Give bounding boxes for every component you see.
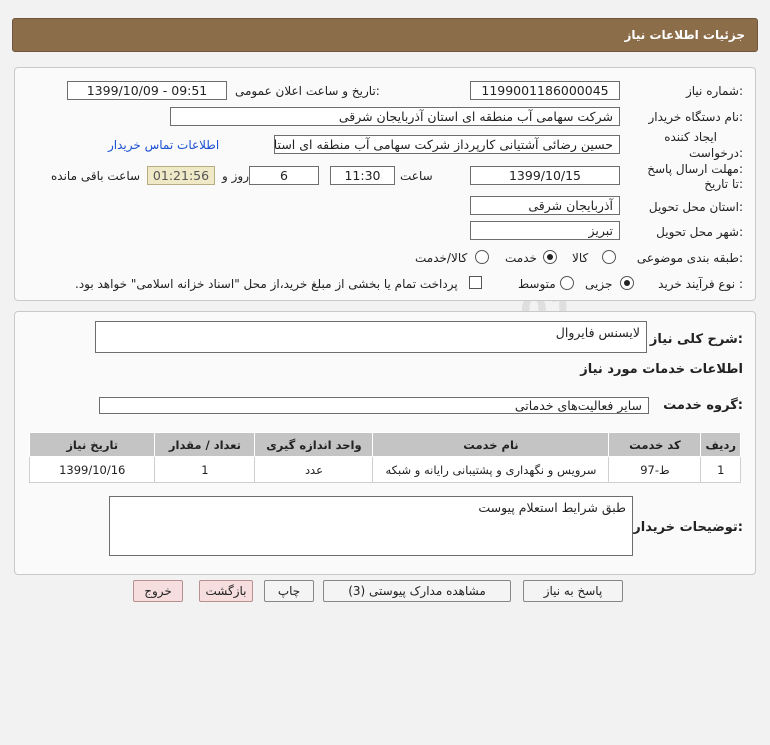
need-info-panel: شرح کلی نیاز: لایسنس فایروال اطلاعات خدم… bbox=[14, 311, 756, 575]
purchase-radio-medium[interactable] bbox=[560, 276, 574, 290]
category-radio-goods-service[interactable] bbox=[475, 250, 489, 264]
need-number-label: شماره نیاز: bbox=[685, 84, 743, 98]
purchase-option-minor: جزیی bbox=[585, 277, 613, 291]
col-row: ردیف bbox=[700, 432, 741, 457]
services-table-header: ردیف کد خدمت نام خدمت واحد اندازه گیری ت… bbox=[28, 432, 741, 457]
need-number-field: 1199001186000045 bbox=[470, 81, 620, 100]
cell-service-name: سرویس و نگهداری و پشتیبانی رایانه و شبکه bbox=[372, 456, 610, 483]
province-label: استان محل تحویل: bbox=[648, 200, 743, 214]
back-button[interactable]: بازگشت bbox=[199, 580, 253, 602]
contact-info-link[interactable]: اطلاعات تماس خریدار bbox=[108, 138, 219, 152]
print-button[interactable]: چاپ bbox=[264, 580, 314, 602]
deadline-time-label: ساعت bbox=[400, 169, 433, 183]
purchase-option-medium: متوسط bbox=[518, 277, 556, 291]
cell-service-code: ط-97 bbox=[608, 456, 702, 483]
col-service-code: کد خدمت bbox=[608, 432, 702, 457]
purchase-type-label: نوع فرآیند خرید : bbox=[658, 277, 743, 291]
deadline-label-line1: مهلت ارسال پاسخ: bbox=[647, 162, 743, 176]
province-field: آذربایجان شرقی bbox=[470, 196, 620, 215]
creator-field: حسین رضائی آشتیانی کارپرداز شرکت سهامی آ… bbox=[274, 135, 620, 154]
summary-label: شرح کلی نیاز: bbox=[649, 332, 743, 347]
cell-quantity: 1 bbox=[154, 456, 256, 483]
treasury-checkbox[interactable] bbox=[469, 276, 482, 289]
services-title: اطلاعات خدمات مورد نیاز bbox=[580, 362, 743, 377]
buyer-org-field: شرکت سهامی آب منطقه ای استان آذربایجان ش… bbox=[170, 107, 620, 126]
page-header: جزئیات اطلاعات نیاز bbox=[12, 18, 758, 52]
category-option-goods: کالا bbox=[572, 251, 589, 265]
category-radio-service[interactable] bbox=[543, 250, 557, 264]
col-quantity: تعداد / مقدار bbox=[154, 432, 256, 457]
cell-row: 1 bbox=[700, 456, 741, 483]
cell-unit: عدد bbox=[254, 456, 374, 483]
deadline-date-field: 1399/10/15 bbox=[470, 166, 620, 185]
remaining-time-label: ساعت باقی مانده bbox=[51, 169, 141, 183]
view-documents-button[interactable]: مشاهده مدارک پیوستی (3) bbox=[323, 580, 511, 602]
summary-field: لایسنس فایروال bbox=[95, 321, 647, 353]
category-radio-goods[interactable] bbox=[602, 250, 616, 264]
col-need-date: تاریخ نیاز bbox=[28, 432, 156, 457]
city-label: شهر محل تحویل: bbox=[656, 225, 743, 239]
remaining-time-timer: 01:21:56 bbox=[147, 166, 215, 185]
category-option-service: خدمت bbox=[505, 251, 537, 265]
col-service-name: نام خدمت bbox=[372, 432, 610, 457]
buyer-notes-field: طبق شرایط استعلام پیوست bbox=[109, 496, 633, 556]
category-label: طبقه بندی موضوعی: bbox=[636, 251, 743, 265]
creator-label-line1: ایجاد کننده bbox=[664, 130, 717, 144]
cell-need-date: 1399/10/16 bbox=[28, 456, 156, 483]
treasury-note: پرداخت تمام یا بخشی از مبلغ خرید،از محل … bbox=[75, 277, 458, 291]
announce-date-label: تاریخ و ساعت اعلان عمومی: bbox=[235, 84, 380, 98]
deadline-label-line2: تا تاریخ: bbox=[704, 177, 743, 191]
exit-button[interactable]: خروج bbox=[133, 580, 183, 602]
deadline-time-field: 11:30 bbox=[330, 166, 395, 185]
announce-date-field: 1399/10/09 - 09:51 bbox=[67, 81, 227, 100]
buyer-notes-label: توضیحات خریدار: bbox=[633, 520, 743, 535]
service-group-label: گروه خدمت: bbox=[663, 398, 743, 413]
days-label: روز و bbox=[222, 169, 249, 183]
services-table: ردیف کد خدمت نام خدمت واحد اندازه گیری ت… bbox=[28, 432, 741, 483]
table-row: 1 ط-97 سرویس و نگهداری و پشتیبانی رایانه… bbox=[28, 456, 741, 483]
creator-label-line2: درخواست: bbox=[689, 146, 743, 160]
need-details-panel: شماره نیاز: 1199001186000045 تاریخ و ساع… bbox=[14, 67, 756, 301]
category-option-goods-service: کالا/خدمت bbox=[415, 251, 468, 265]
days-remaining-field: 6 bbox=[249, 166, 319, 185]
city-field: تبریز bbox=[470, 221, 620, 240]
reply-button[interactable]: پاسخ به نیاز bbox=[523, 580, 623, 602]
buyer-org-label: نام دستگاه خریدار: bbox=[648, 110, 744, 124]
page-title: جزئیات اطلاعات نیاز bbox=[624, 28, 745, 42]
service-group-field: سایر فعالیت‌های خدماتی bbox=[99, 397, 649, 414]
purchase-radio-minor[interactable] bbox=[620, 276, 634, 290]
col-unit: واحد اندازه گیری bbox=[254, 432, 374, 457]
